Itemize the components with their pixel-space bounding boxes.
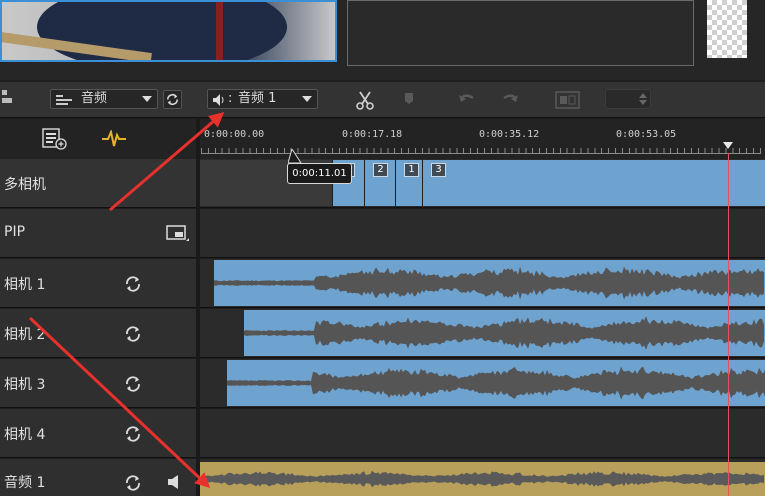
- secondary-preview-panel[interactable]: [347, 0, 694, 66]
- track-name: 相机 1: [4, 277, 46, 293]
- undo-icon[interactable]: [457, 90, 477, 110]
- track-name: 相机 4: [4, 427, 46, 443]
- track-name: 相机 3: [4, 377, 46, 393]
- camera-3-track-lane[interactable]: [200, 359, 765, 408]
- toolbar: 音频 : 音频 1: [0, 82, 765, 118]
- track-header-audio-1[interactable]: 音频 1: [0, 459, 196, 496]
- track-name: 音频 1: [4, 475, 46, 491]
- add-track-icon[interactable]: [42, 128, 68, 150]
- sync-icon[interactable]: [123, 424, 143, 444]
- source-dropdown[interactable]: 音频: [50, 89, 158, 109]
- timeline-ruler[interactable]: 0:00:00.00 0:00:17.18 0:00:35.12 0:00:53…: [197, 119, 765, 159]
- camera-4-track-lane[interactable]: [200, 409, 765, 458]
- audio-1-track-lane[interactable]: [200, 459, 765, 496]
- multicam-track-lane[interactable]: 2 1 3: [200, 159, 765, 208]
- scissors-icon[interactable]: [355, 90, 375, 110]
- track-header-camera-3[interactable]: 相机 3: [0, 359, 196, 408]
- audio-waveform-icon[interactable]: [102, 130, 126, 148]
- marker-icon[interactable]: [400, 90, 420, 110]
- track-name: 相机 2: [4, 327, 46, 343]
- waveform: [227, 366, 765, 400]
- camera-number-badge: 3: [431, 163, 446, 177]
- camera-number-badge: 2: [373, 163, 388, 177]
- performer-image: [37, 2, 287, 60]
- chevron-down-icon: [302, 96, 312, 102]
- list-icon: [56, 95, 72, 105]
- timecode-label: 0:00:17.18: [342, 129, 403, 140]
- text-box-icon[interactable]: [555, 90, 581, 110]
- waveform: [214, 266, 764, 300]
- camera-1-clip[interactable]: [214, 260, 765, 306]
- audio-track-dropdown-value: 音频 1: [238, 91, 277, 106]
- camera-3-clip[interactable]: [227, 360, 765, 406]
- transparent-thumbnail[interactable]: [707, 0, 747, 58]
- speaker-icon: [213, 94, 224, 106]
- sync-icon[interactable]: [123, 374, 143, 394]
- track-divider: [196, 119, 200, 496]
- timecode-label: 0:00:35.12: [479, 129, 540, 140]
- timecode-label: 0:00:00.00: [204, 129, 265, 140]
- camera-switch-segment[interactable]: [422, 160, 765, 206]
- stepper-up-icon[interactable]: [639, 93, 647, 98]
- track-header-camera-1[interactable]: 相机 1: [0, 259, 196, 308]
- numeric-stepper[interactable]: [605, 89, 651, 109]
- track-header-camera-2[interactable]: 相机 2: [0, 309, 196, 358]
- source-dropdown-value: 音频: [81, 91, 108, 106]
- camera-number-badge: 1: [404, 163, 419, 177]
- multicam-editor-window: 音频 : 音频 1 0:00:00.00 0:00:17.18 0:00:35.…: [0, 0, 765, 496]
- pip-track-lane[interactable]: [200, 209, 765, 258]
- time-tooltip: 0:00:11.01: [287, 163, 352, 184]
- refresh-icon[interactable]: [163, 90, 182, 109]
- speaker-icon[interactable]: [167, 474, 185, 490]
- grip-icon[interactable]: [2, 90, 12, 108]
- audio-1-clip[interactable]: [200, 462, 765, 496]
- track-name: 多相机: [4, 177, 46, 193]
- timeline-header-left: [0, 119, 197, 159]
- track-header-pip[interactable]: PIP: [0, 209, 196, 258]
- audio-track-dropdown[interactable]: : 音频 1: [207, 89, 318, 109]
- waveform: [200, 470, 764, 488]
- playhead-handle[interactable]: [723, 142, 733, 149]
- sync-icon[interactable]: [123, 473, 143, 493]
- track-name: PIP: [4, 224, 26, 240]
- timecode-label: 0:00:53.05: [616, 129, 677, 140]
- playhead-line[interactable]: [728, 153, 729, 496]
- sync-icon[interactable]: [123, 274, 143, 294]
- chevron-down-icon: [142, 96, 152, 102]
- ruler-baseline: [201, 153, 761, 154]
- track-header-multicam[interactable]: 多相机: [0, 159, 196, 208]
- preview-area: [0, 0, 765, 80]
- sync-icon[interactable]: [123, 324, 143, 344]
- pip-icon[interactable]: [166, 225, 190, 243]
- camera-1-track-lane[interactable]: [200, 259, 765, 308]
- camera-2-clip[interactable]: [244, 310, 765, 356]
- stepper-down-icon[interactable]: [639, 100, 647, 105]
- camera-2-track-lane[interactable]: [200, 309, 765, 358]
- waveform: [244, 316, 764, 350]
- tooltip-pointer: [288, 149, 302, 164]
- redo-icon[interactable]: [500, 90, 520, 110]
- track-header-camera-4[interactable]: 相机 4: [0, 409, 196, 458]
- video-preview[interactable]: [0, 0, 337, 62]
